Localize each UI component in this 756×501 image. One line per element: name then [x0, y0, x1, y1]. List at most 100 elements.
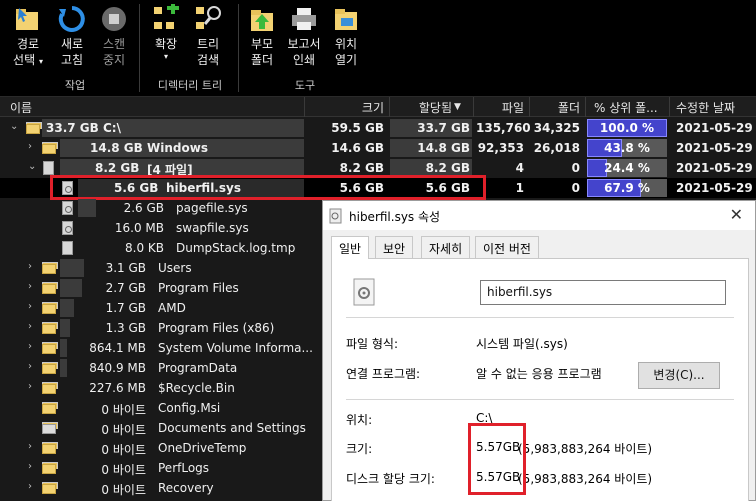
select-path-button[interactable]: 경로 선택 ▾ — [8, 4, 48, 68]
row-name: Config.Msi — [158, 401, 221, 415]
row-percent: 67.9 % — [604, 181, 650, 195]
column-size[interactable]: 크기 — [320, 99, 384, 116]
change-button[interactable]: 변경(C)... — [638, 362, 720, 389]
row-allocated: 33.7 GB — [417, 121, 470, 135]
column-separator[interactable] — [669, 97, 670, 117]
highlight-box — [50, 175, 486, 200]
row-size-label: 0 바이트 — [101, 483, 146, 497]
row-allocated: 8.2 GB — [425, 161, 470, 175]
row-name: Users — [158, 261, 192, 275]
column-allocated[interactable]: 할당됨 — [396, 99, 452, 116]
folder-icon — [42, 382, 58, 394]
expand-chevron-icon[interactable]: › — [28, 441, 32, 452]
column-separator[interactable] — [529, 97, 530, 117]
folder-icon — [42, 142, 58, 154]
folder-icon — [42, 482, 58, 494]
size-bar — [60, 299, 74, 317]
size-bar — [60, 339, 67, 357]
folder-icon — [42, 442, 58, 454]
highlight-box — [468, 423, 526, 495]
column-modified[interactable]: 수정한 날짜 — [676, 99, 735, 116]
system-file-icon — [329, 208, 342, 224]
open-location-line1: 위치 — [334, 37, 358, 51]
expand-chevron-icon[interactable]: › — [28, 461, 32, 472]
row-size-label: 840.9 MB — [89, 361, 146, 375]
column-separator[interactable] — [304, 97, 305, 117]
column-separator[interactable] — [473, 97, 474, 117]
divider — [346, 317, 734, 318]
row-size-label: 14.8 GB — [90, 141, 143, 155]
expand-icon — [151, 2, 181, 34]
expand-chevron-icon[interactable]: › — [28, 321, 32, 332]
tab-details[interactable]: 자세히 — [421, 236, 471, 258]
tree-row[interactable]: › 14.8 GB Windows 14.6 GB 14.8 GB 92,353… — [0, 138, 756, 158]
dialog-titlebar[interactable]: hiberfil.sys 속성 ✕ — [323, 201, 755, 230]
refresh-icon — [57, 4, 87, 34]
print-report-button[interactable]: 보고서 인쇄 — [284, 4, 324, 68]
close-icon[interactable]: ✕ — [730, 205, 743, 224]
expand-chevron-icon[interactable]: › — [28, 481, 32, 492]
folder-icon — [42, 362, 58, 374]
files-group-icon — [43, 161, 54, 175]
expand-chevron-icon[interactable]: › — [28, 281, 32, 292]
column-percent[interactable]: % 상위 폴... — [594, 99, 658, 116]
expand-chevron-icon[interactable]: › — [28, 361, 32, 372]
system-file-icon — [353, 278, 375, 306]
expand-chevron-icon[interactable]: › — [28, 261, 32, 272]
tab-previous-versions[interactable]: 이전 버전 — [475, 236, 539, 258]
select-path-line1: 경로 — [16, 37, 40, 51]
open-location-button[interactable]: 위치 열기 — [326, 4, 366, 68]
size-bar — [78, 199, 96, 217]
row-files: 92,353 — [477, 141, 524, 155]
folder-icon — [42, 342, 58, 354]
folder-icon — [42, 462, 58, 474]
collapse-chevron-icon[interactable]: ⌄ — [28, 161, 36, 172]
row-folders: 34,325 — [533, 121, 580, 135]
row-size-label: 8.2 GB — [95, 161, 140, 175]
column-folders[interactable]: 폴더 — [536, 99, 580, 116]
folder-icon — [42, 402, 58, 414]
row-percent: 43.8 % — [604, 141, 650, 155]
ribbon-separator — [238, 4, 239, 92]
tab-general[interactable]: 일반 — [331, 236, 370, 259]
group-label-task: 작업 — [64, 79, 86, 92]
row-name: AMD — [158, 301, 186, 315]
tree-search-button[interactable]: 트리 검색 — [188, 4, 228, 68]
disk-size-label: 디스크 할당 크기: — [346, 472, 435, 486]
tree-search-icon — [193, 4, 223, 34]
column-name[interactable]: 이름 — [10, 99, 32, 116]
disk-size-value-bytes: (5,983,883,264 바이트) — [518, 472, 653, 486]
row-folders: 26,018 — [533, 141, 580, 155]
expand-button[interactable]: 확장 ▾ — [146, 2, 186, 62]
expand-chevron-icon[interactable]: › — [28, 141, 32, 152]
collapse-chevron-icon[interactable]: ⌄ — [10, 121, 18, 132]
row-name: Documents and Settings — [158, 421, 306, 435]
refresh-button[interactable]: 새로 고침 — [52, 4, 92, 68]
row-size-label: 1.7 GB — [105, 301, 146, 315]
folder-shortcut-icon — [42, 422, 58, 434]
properties-dialog: hiberfil.sys 속성 ✕ 일반 보안 자세히 이전 버전 hiberf… — [322, 200, 756, 501]
filename-field[interactable]: hiberfil.sys — [480, 280, 726, 305]
dropdown-arrow-icon: ▾ — [163, 52, 168, 61]
row-size-label: 8.0 KB — [125, 241, 164, 255]
row-size: 14.6 GB — [331, 141, 384, 155]
column-header: 이름 크기 할당됨 ▼ 파일 폴더 % 상위 폴... 수정한 날짜 — [0, 97, 756, 117]
row-name: Program Files — [158, 281, 239, 295]
row-size-label: 0 바이트 — [101, 463, 146, 477]
column-separator[interactable] — [389, 97, 390, 117]
row-size-label: 0 바이트 — [101, 403, 146, 417]
column-files[interactable]: 파일 — [480, 99, 524, 116]
row-name: PerfLogs — [158, 461, 210, 475]
folder-icon — [42, 262, 58, 274]
tree-row[interactable]: ⌄ 33.7 GB C:\ 59.5 GB 33.7 GB 135,760 34… — [0, 118, 756, 138]
expand-chevron-icon[interactable]: › — [28, 381, 32, 392]
column-separator[interactable] — [585, 97, 586, 117]
parent-folder-button[interactable]: 부모 폴더 — [242, 4, 282, 68]
dialog-title: hiberfil.sys 속성 — [349, 210, 441, 224]
tab-security[interactable]: 보안 — [375, 236, 414, 258]
size-bar — [60, 279, 82, 297]
expand-chevron-icon[interactable]: › — [28, 301, 32, 312]
expand-chevron-icon[interactable]: › — [28, 341, 32, 352]
row-size-label: 33.7 GB — [46, 121, 99, 135]
stop-scan-button[interactable]: 스캔 중지 — [94, 4, 134, 68]
